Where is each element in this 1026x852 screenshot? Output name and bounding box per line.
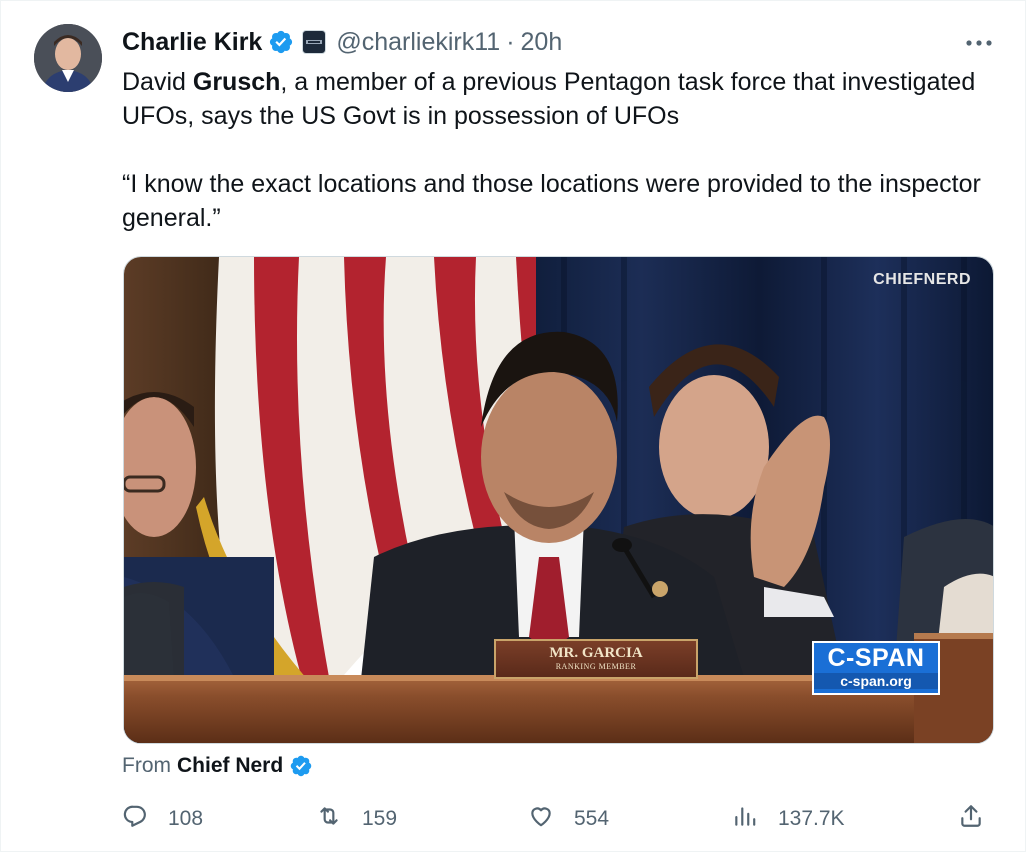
tweet-text: David Grusch, a member of a previous Pen… bbox=[122, 65, 982, 235]
attribution-prefix: From bbox=[122, 754, 171, 777]
tweet-card: Charlie Kirk @charliekirk11 · 20h David … bbox=[0, 0, 1026, 852]
views-count: 137.7K bbox=[778, 807, 845, 830]
verified-badge-icon bbox=[289, 754, 313, 778]
retweet-icon bbox=[316, 803, 342, 835]
action-bar: 108 159 554 137.7K bbox=[122, 801, 992, 837]
views-button[interactable]: 137.7K bbox=[732, 801, 845, 837]
tweet-timestamp[interactable]: 20h bbox=[521, 28, 563, 57]
retweet-button[interactable]: 159 bbox=[316, 801, 397, 837]
video-watermark: CHIEFNERD bbox=[873, 271, 971, 288]
retweet-count: 159 bbox=[362, 807, 398, 830]
reply-count: 108 bbox=[168, 807, 204, 830]
more-options-icon[interactable] bbox=[959, 29, 999, 57]
tweet-quote: “I know the exact locations and those lo… bbox=[122, 170, 981, 232]
media-attribution: From Chief Nerd bbox=[122, 751, 313, 781]
like-count: 554 bbox=[574, 807, 610, 830]
cspan-logo: C-SPAN c-span.org bbox=[812, 641, 940, 695]
attribution-source-link[interactable]: Chief Nerd bbox=[177, 754, 283, 778]
author-handle[interactable]: @charliekirk11 bbox=[336, 28, 500, 57]
separator-dot: · bbox=[506, 27, 515, 56]
heart-icon bbox=[528, 803, 554, 835]
video-media[interactable]: CHIEFNERD MR. GARCIA RANKING MEMBER C-SP… bbox=[123, 256, 994, 744]
verified-badge-icon[interactable] bbox=[268, 29, 294, 55]
cspan-logo-text: C-SPAN bbox=[827, 644, 925, 672]
text-bold-name: Grusch bbox=[192, 68, 281, 96]
reply-button[interactable]: 108 bbox=[122, 801, 203, 837]
author-name[interactable]: Charlie Kirk bbox=[122, 28, 262, 57]
views-chart-icon bbox=[732, 803, 758, 835]
like-button[interactable]: 554 bbox=[528, 801, 609, 837]
reply-icon bbox=[122, 803, 148, 835]
share-icon bbox=[958, 803, 984, 835]
nameplate-role: RANKING MEMBER bbox=[555, 662, 637, 671]
text-segment: David bbox=[122, 68, 193, 96]
author-avatar[interactable] bbox=[34, 24, 102, 92]
tweet-text-paragraph: David Grusch, a member of a previous Pen… bbox=[122, 65, 982, 133]
nameplate-name: MR. GARCIA bbox=[549, 645, 643, 661]
affiliation-badge-icon[interactable] bbox=[302, 30, 327, 54]
tweet-header: Charlie Kirk @charliekirk11 · 20h bbox=[122, 25, 562, 59]
cspan-url-text: c-span.org bbox=[814, 673, 938, 689]
speaker-nameplate: MR. GARCIA RANKING MEMBER bbox=[494, 639, 698, 679]
share-button[interactable] bbox=[958, 801, 984, 837]
